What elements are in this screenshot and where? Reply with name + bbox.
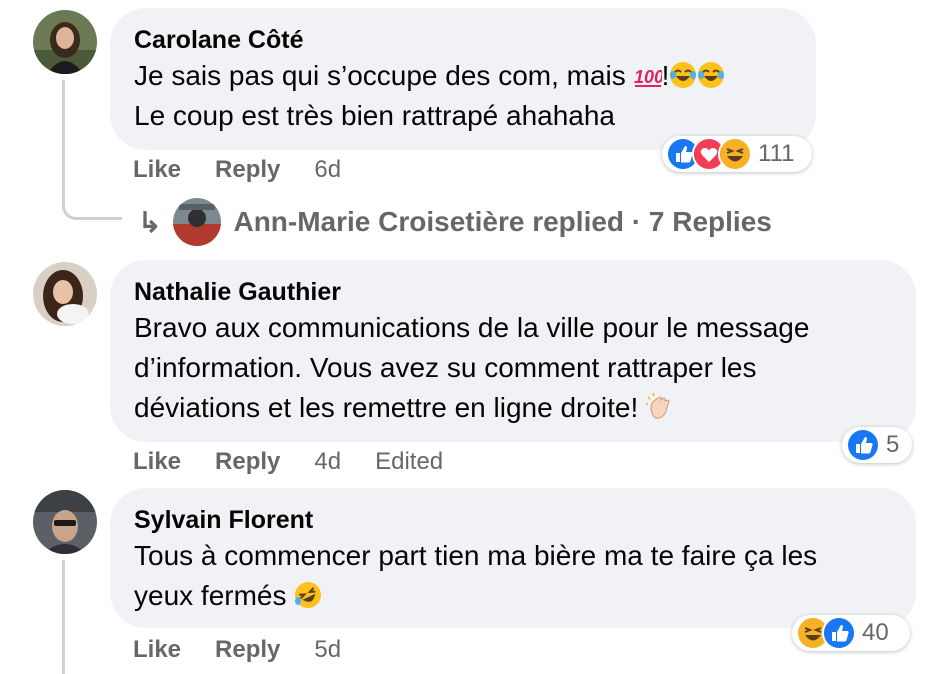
like-button[interactable]: Like [133, 448, 181, 476]
comment-line: Je sais pas qui s’occupe des com, mais [134, 60, 634, 91]
comment-actions: Like Reply 4d Edited [133, 447, 443, 477]
reply-avatar [173, 198, 222, 246]
comment-line: yeux fermés [134, 580, 295, 611]
like-reaction-icon [822, 616, 856, 650]
reaction-summary[interactable]: 5 [842, 427, 912, 463]
comment-line: d’information. Vous avez su comment ratt… [134, 352, 757, 383]
rolling-laughing-emoji-icon [294, 581, 322, 609]
comment-line: Bravo aux communications de la ville pou… [134, 312, 810, 343]
reaction-summary[interactable]: 111 [662, 136, 812, 172]
comment-line-suffix: ! [661, 60, 670, 91]
avatar-photo-ann-marie [173, 198, 222, 246]
avatar-photo-nathalie [33, 262, 97, 326]
edited-label: Edited [375, 448, 444, 475]
comment-bubble: Nathalie Gauthier Bravo aux communicatio… [110, 260, 916, 442]
thread-line-1-curve [62, 206, 122, 220]
avatar[interactable] [33, 490, 97, 554]
reaction-count: 5 [886, 431, 900, 458]
reaction-count: 40 [862, 619, 889, 646]
thread-line-1 [62, 80, 65, 210]
comment-text: Bravo aux communications de la ville pou… [134, 308, 890, 428]
reply-button[interactable]: Reply [215, 448, 280, 476]
reply-button[interactable]: Reply [215, 636, 280, 664]
comment-bubble: Carolane Côté Je sais pas qui s’occupe d… [110, 8, 816, 150]
comment-text: Je sais pas qui s’occupe des com, mais 1… [134, 56, 790, 136]
comment-actions: Like Reply 5d [133, 635, 341, 665]
thread-line-3 [62, 560, 65, 674]
comment-timestamp[interactable]: 6d [314, 156, 341, 184]
like-button[interactable]: Like [133, 636, 181, 664]
avatar[interactable] [33, 262, 97, 326]
comment-line: déviations et les remettre en ligne droi… [134, 392, 647, 423]
comment-bubble: Sylvain Florent Tous à commencer part ti… [110, 488, 916, 628]
reaction-summary[interactable]: 40 [792, 615, 910, 651]
avatar-photo-sylvain [33, 490, 97, 554]
reply-arrow-icon: ↳ [138, 206, 162, 238]
comment-line: Tous à commencer part tien ma bière ma t… [134, 540, 818, 571]
clapping-hands-emoji-icon [646, 393, 674, 421]
avatar-photo-carolane [33, 10, 97, 74]
comment-author[interactable]: Sylvain Florent [134, 504, 890, 536]
like-reaction-icon [846, 428, 880, 462]
comment-text: Tous à commencer part tien ma bière ma t… [134, 536, 890, 616]
tears-of-joy-emoji-icon [669, 61, 697, 89]
comment-line: Le coup est très bien rattrapé ahahaha [134, 100, 616, 131]
tears-of-joy-emoji-icon [697, 61, 725, 89]
reaction-count: 111 [758, 140, 795, 167]
comment-actions: Like Reply 6d [133, 155, 341, 185]
comment-author[interactable]: Nathalie Gauthier [134, 276, 890, 308]
comment-author[interactable]: Carolane Côté [134, 24, 790, 56]
haha-reaction-icon [718, 137, 752, 171]
view-replies-link[interactable]: ↳ Ann-Marie Croisetière replied · 7 Repl… [138, 198, 772, 246]
like-button[interactable]: Like [133, 156, 181, 184]
hundred-points-emoji-icon: 100 [634, 61, 662, 89]
reply-button[interactable]: Reply [215, 156, 280, 184]
comment-timestamp[interactable]: 5d [314, 636, 341, 664]
avatar[interactable] [33, 10, 97, 74]
replies-text[interactable]: Ann-Marie Croisetière replied · 7 Replie… [233, 206, 771, 238]
comment-timestamp[interactable]: 4d [314, 448, 341, 476]
svg-text:100: 100 [634, 67, 662, 87]
